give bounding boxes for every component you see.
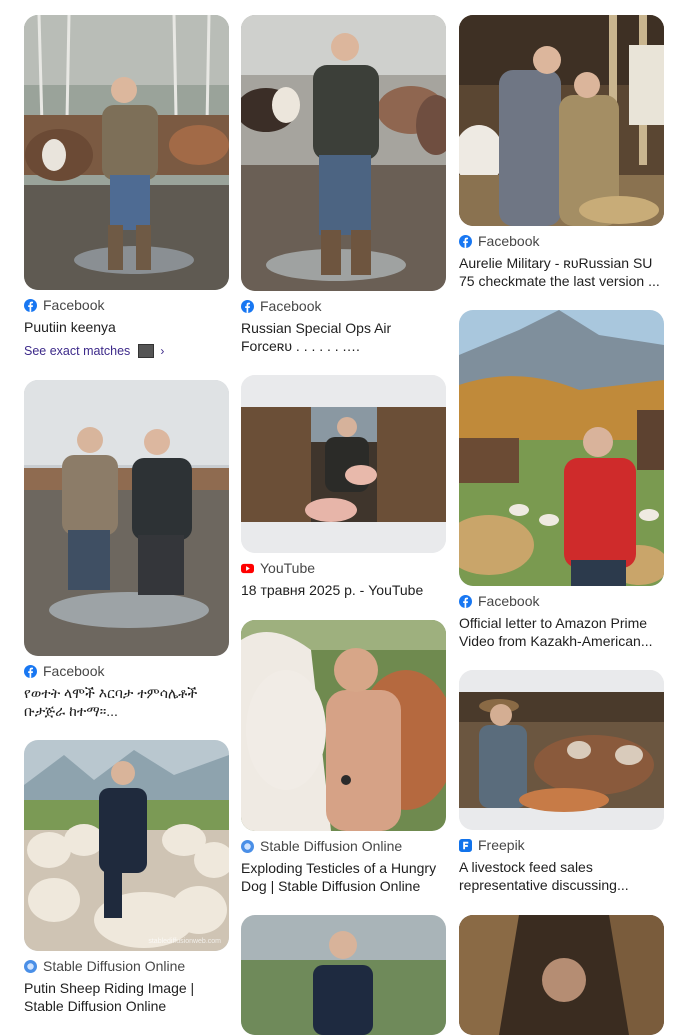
- result-card[interactable]: [241, 915, 446, 1035]
- result-card[interactable]: stablediffusionweb.com Stable Diffusion …: [24, 740, 229, 1015]
- source-name: Facebook: [260, 298, 322, 314]
- result-thumbnail[interactable]: [24, 15, 229, 290]
- facebook-icon: [241, 299, 254, 313]
- result-title[interactable]: Putin Sheep Riding Image | Stable Diffus…: [24, 979, 229, 1015]
- source-name: Stable Diffusion Online: [260, 838, 403, 854]
- man-riding-sheep-image: [24, 740, 229, 951]
- see-exact-matches-link[interactable]: See exact matches ›: [24, 344, 229, 358]
- result-thumbnail[interactable]: [24, 380, 229, 656]
- result-source[interactable]: Stable Diffusion Online: [24, 957, 229, 975]
- facebook-icon: [459, 594, 472, 608]
- result-thumbnail[interactable]: stablediffusionweb.com: [24, 740, 229, 951]
- result-thumbnail[interactable]: [241, 15, 446, 291]
- source-name: Facebook: [43, 663, 105, 679]
- facebook-icon: [24, 664, 37, 678]
- result-source[interactable]: Freepik: [459, 836, 664, 854]
- source-name: Facebook: [478, 593, 540, 609]
- result-title[interactable]: A livestock feed sales representative di…: [459, 858, 664, 894]
- man-in-muddy-field-image: [241, 15, 446, 291]
- two-men-in-mud-image: [24, 380, 229, 656]
- facebook-icon: [459, 234, 472, 248]
- result-source[interactable]: Facebook: [241, 297, 446, 315]
- result-title[interactable]: Aurelie Military - ʀᴜRussian SU 75 check…: [459, 254, 664, 290]
- result-source[interactable]: YouTube: [241, 559, 446, 577]
- result-source[interactable]: Facebook: [24, 662, 229, 680]
- facebook-icon: [24, 298, 37, 312]
- youtube-icon: [241, 563, 254, 573]
- exact-match-thumbnail: [138, 344, 155, 358]
- result-card[interactable]: YouTube 18 травня 2025 р. - YouTube: [241, 375, 446, 599]
- man-in-suit-field-image: [241, 915, 446, 1035]
- result-card[interactable]: Freepik A livestock feed sales represent…: [459, 670, 664, 894]
- result-source[interactable]: Facebook: [24, 296, 229, 314]
- result-thumbnail[interactable]: [459, 670, 664, 830]
- result-title[interactable]: የወተት ላሞች እርባታ ተምሳሌቶች ቡታጅራ ከተማ።...: [24, 684, 229, 720]
- result-source[interactable]: Facebook: [459, 232, 664, 250]
- shirtless-man-with-cow-image: [241, 620, 446, 831]
- man-with-cattle-barn-image: [459, 670, 664, 830]
- result-thumbnail[interactable]: [459, 310, 664, 586]
- result-card[interactable]: Stable Diffusion Online Exploding Testic…: [241, 620, 446, 895]
- result-card[interactable]: Facebook Puutiin keenya See exact matche…: [24, 15, 229, 358]
- stable-diffusion-icon: [241, 839, 254, 853]
- result-title[interactable]: Russian Special Ops Air Forceʀᴜ . . . . …: [241, 319, 446, 355]
- watermark: stablediffusionweb.com: [148, 938, 221, 945]
- chevron-right-icon: ›: [160, 344, 165, 358]
- man-in-dark-barn-image: [459, 915, 664, 1035]
- result-title[interactable]: 18 травня 2025 р. - YouTube: [241, 581, 446, 599]
- result-title[interactable]: Exploding Testicles of a Hungry Dog | St…: [241, 859, 446, 895]
- see-exact-matches-label: See exact matches: [24, 344, 131, 358]
- result-thumbnail[interactable]: [459, 915, 664, 1035]
- result-card[interactable]: Facebook Russian Special Ops Air Forceʀᴜ…: [241, 15, 446, 355]
- result-thumbnail[interactable]: [459, 15, 664, 226]
- man-with-pigs-video-frame: [241, 375, 446, 553]
- result-card[interactable]: Facebook Aurelie Military - ʀᴜRussian SU…: [459, 15, 664, 290]
- result-source[interactable]: Facebook: [459, 592, 664, 610]
- result-title[interactable]: Puutiin keenya: [24, 318, 229, 336]
- result-card[interactable]: [459, 915, 664, 1035]
- source-name: YouTube: [260, 560, 316, 576]
- couple-in-barn-image: [459, 15, 664, 226]
- source-name: Facebook: [478, 233, 540, 249]
- man-in-red-vest-farm-image: [459, 310, 664, 586]
- result-card[interactable]: Facebook የወተት ላሞች እርባታ ተምሳሌቶች ቡታጅራ ከተማ።.…: [24, 380, 229, 720]
- result-source[interactable]: Stable Diffusion Online: [241, 837, 446, 855]
- source-name: Facebook: [43, 297, 105, 313]
- stable-diffusion-icon: [24, 959, 37, 973]
- freepik-icon: [459, 838, 472, 852]
- man-with-cows-image: [24, 15, 229, 290]
- result-thumbnail[interactable]: [241, 620, 446, 831]
- result-thumbnail[interactable]: [241, 915, 446, 1035]
- source-name: Stable Diffusion Online: [43, 958, 186, 974]
- result-thumbnail[interactable]: [241, 375, 446, 553]
- result-card[interactable]: Facebook Official letter to Amazon Prime…: [459, 310, 664, 650]
- result-title[interactable]: Official letter to Amazon Prime Video fr…: [459, 614, 664, 650]
- source-name: Freepik: [478, 837, 525, 853]
